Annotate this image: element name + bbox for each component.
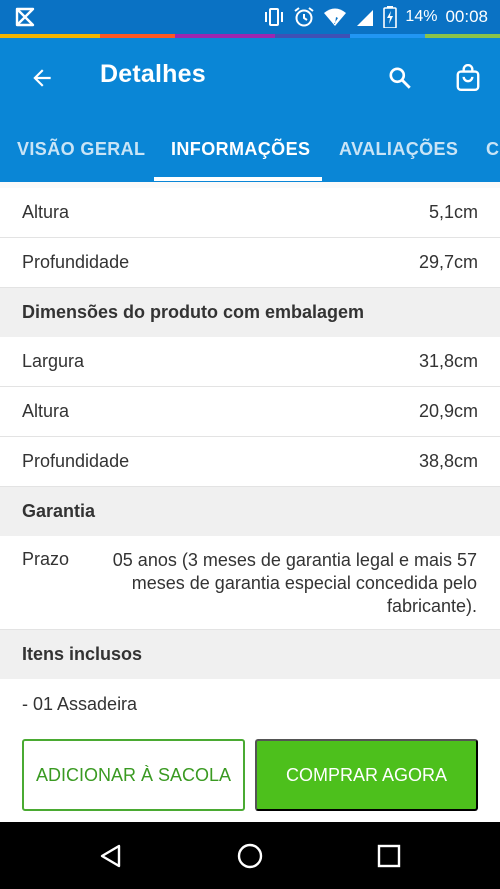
wifi-icon xyxy=(324,8,347,26)
spec-value: 38,8cm xyxy=(418,451,478,471)
tab-bar: VISÃO GERAL INFORMAÇÕES AVALIAÇÕES C xyxy=(0,118,500,182)
status-bar: 14% 00:08 xyxy=(0,0,500,34)
system-nav-bar xyxy=(0,822,500,889)
section-header-garantia: Garantia xyxy=(0,487,500,537)
nav-home-button[interactable] xyxy=(228,834,272,878)
spec-row-largura-embalagem: Largura 31,8cm xyxy=(0,337,500,387)
spec-value: 31,8cm xyxy=(418,351,478,371)
tab-truncated[interactable]: C xyxy=(486,118,499,182)
warranty-row: Prazo 05 anos (3 meses de garantia legal… xyxy=(0,536,500,630)
battery-level: 14% xyxy=(405,8,438,25)
clock: 00:08 xyxy=(445,7,488,26)
shopping-bag-icon xyxy=(456,64,480,92)
spec-row-altura: Altura 5,1cm xyxy=(0,188,500,238)
page-title: Detalhes xyxy=(100,60,206,88)
tab-visao-geral[interactable]: VISÃO GERAL xyxy=(17,118,145,182)
vibrate-icon xyxy=(265,8,284,26)
spec-label: Largura xyxy=(22,351,85,371)
section-header-itens-inclusos: Itens inclusos xyxy=(0,630,500,680)
back-triangle-icon xyxy=(100,844,121,868)
warranty-text: 05 anos (3 meses de garantia legal e mai… xyxy=(112,550,477,616)
search-button[interactable] xyxy=(380,58,420,98)
tab-avaliacoes[interactable]: AVALIAÇÕES xyxy=(339,118,458,182)
search-icon xyxy=(389,67,411,89)
home-circle-icon xyxy=(237,843,263,869)
included-item-text: - 01 Assadeira xyxy=(22,693,138,714)
spec-row-profundidade-embalagem: Profundidade 38,8cm xyxy=(0,437,500,487)
signal-icon xyxy=(357,10,374,26)
spec-value: 5,1cm xyxy=(428,202,478,222)
spec-label: Altura xyxy=(22,202,70,222)
action-bar: ADICIONAR À SACOLA COMPRAR AGORA xyxy=(0,728,500,822)
spec-row-altura-embalagem: Altura 20,9cm xyxy=(0,387,500,437)
add-to-bag-button[interactable]: ADICIONAR À SACOLA xyxy=(22,739,245,811)
buy-now-button[interactable]: COMPRAR AGORA xyxy=(255,739,478,811)
spec-label: Profundidade xyxy=(22,252,130,272)
nav-recents-button[interactable] xyxy=(367,834,411,878)
shopping-bag-button[interactable] xyxy=(448,58,488,98)
spec-value: 29,7cm xyxy=(418,252,478,272)
nav-back-button[interactable] xyxy=(89,834,133,878)
spec-row-profundidade: Profundidade 29,7cm xyxy=(0,238,500,288)
app-bar: Detalhes xyxy=(0,38,500,118)
back-button[interactable] xyxy=(22,58,62,98)
spec-label: Altura xyxy=(22,401,70,421)
section-header-packaged-dimensions: Dimensões do produto com embalagem xyxy=(0,288,500,338)
app-logo-icon xyxy=(15,7,35,27)
back-arrow-icon xyxy=(33,69,51,87)
alarm-icon xyxy=(294,7,315,27)
active-tab-indicator xyxy=(154,177,322,181)
tab-informacoes[interactable]: INFORMAÇÕES xyxy=(171,118,310,182)
recents-square-icon xyxy=(377,844,401,868)
warranty-label: Prazo xyxy=(22,549,70,569)
spec-value: 20,9cm xyxy=(418,401,478,421)
product-info-list[interactable]: Altura 5,1cm Profundidade 29,7cm Dimensõ… xyxy=(0,188,500,728)
battery-charging-icon xyxy=(383,6,398,28)
included-item: - 01 Assadeira xyxy=(0,679,500,728)
spec-label: Profundidade xyxy=(22,451,130,471)
